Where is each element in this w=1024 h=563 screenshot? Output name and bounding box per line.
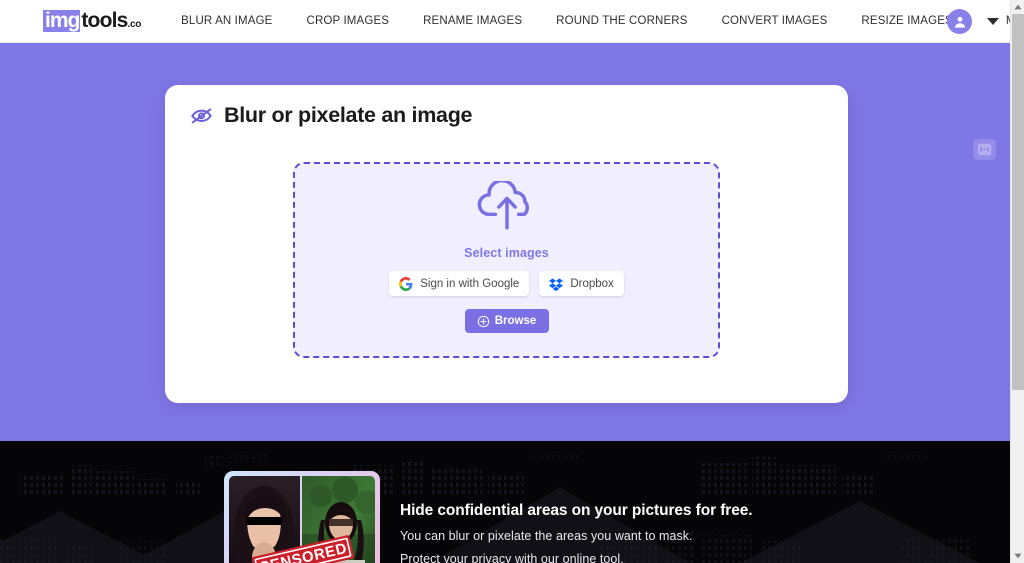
scroll-down-button[interactable] xyxy=(1011,549,1024,563)
nav-item-convert-images[interactable]: CONVERT IMAGES xyxy=(722,15,828,27)
logo-tools-text: tools xyxy=(81,9,128,32)
scroll-up-button[interactable] xyxy=(1011,0,1024,14)
dropbox-button[interactable]: Dropbox xyxy=(539,271,624,296)
promo-section: CENSORED Hide confidential areas on your… xyxy=(0,441,1010,563)
collage-inner: CENSORED xyxy=(229,476,375,563)
google-button-label: Sign in with Google xyxy=(420,277,520,290)
page-scrollbar[interactable] xyxy=(1010,0,1024,563)
scroll-up-arrow-icon xyxy=(1014,4,1022,10)
card-header: Blur or pixelate an image xyxy=(165,85,848,128)
nav-item-resize-images[interactable]: RESIZE IMAGES xyxy=(861,15,952,27)
upload-dropzone[interactable]: Select images Sign in with Google Dropbo… xyxy=(293,162,720,358)
floating-widget-button[interactable] xyxy=(973,139,996,160)
site-logo[interactable]: img tools .co xyxy=(43,10,141,32)
promo-line-1: You can blur or pixelate the areas you w… xyxy=(400,529,693,543)
provider-buttons: Sign in with Google Dropbox xyxy=(389,271,624,296)
cloud-upload-icon xyxy=(477,178,529,230)
hero-section: Blur or pixelate an image Select images xyxy=(0,43,1010,441)
widget-badge-icon xyxy=(977,143,992,156)
dropbox-icon xyxy=(549,277,564,291)
user-avatar-button[interactable] xyxy=(947,9,972,34)
logo-co-text: .co xyxy=(127,19,142,30)
nav-item-blur-an-image[interactable]: BLUR AN IMAGE xyxy=(181,15,272,27)
top-navigation-bar: img tools .co BLUR AN IMAGE CROP IMAGES … xyxy=(0,0,1024,43)
dropbox-button-label: Dropbox xyxy=(570,277,614,290)
plus-circle-icon xyxy=(477,315,489,327)
nav-item-rename-images[interactable]: RENAME IMAGES xyxy=(423,15,522,27)
eye-slash-icon xyxy=(191,108,212,124)
nav-item-round-the-corners[interactable]: ROUND THE CORNERS xyxy=(556,15,687,27)
page-title: Blur or pixelate an image xyxy=(224,103,473,127)
page-root: img tools .co BLUR AN IMAGE CROP IMAGES … xyxy=(0,0,1024,563)
user-avatar-icon xyxy=(954,16,965,28)
cloud-upload-icon-wrap xyxy=(476,178,538,241)
promo-line-2: Protect your privacy with our online too… xyxy=(400,552,624,563)
promo-heading: Hide confidential areas on your pictures… xyxy=(400,502,753,519)
browse-button-label: Browse xyxy=(494,315,537,327)
tool-card: Blur or pixelate an image Select images xyxy=(165,85,848,403)
nav-links: BLUR AN IMAGE CROP IMAGES RENAME IMAGES … xyxy=(181,15,1024,27)
google-icon xyxy=(399,276,413,291)
censored-photos-illustration: CENSORED xyxy=(229,476,375,563)
chevron-down-icon xyxy=(986,17,999,25)
browse-button[interactable]: Browse xyxy=(464,309,549,333)
sign-in-with-google-button[interactable]: Sign in with Google xyxy=(389,271,530,296)
scroll-down-arrow-icon xyxy=(1014,553,1022,559)
nav-item-crop-images[interactable]: CROP IMAGES xyxy=(307,15,390,27)
promo-collage-image: CENSORED xyxy=(224,471,380,563)
scrollbar-thumb[interactable] xyxy=(1012,14,1024,390)
promo-text-block: Hide confidential areas on your pictures… xyxy=(400,502,753,563)
select-images-label[interactable]: Select images xyxy=(464,246,549,260)
logo-img-text: img xyxy=(43,9,80,32)
